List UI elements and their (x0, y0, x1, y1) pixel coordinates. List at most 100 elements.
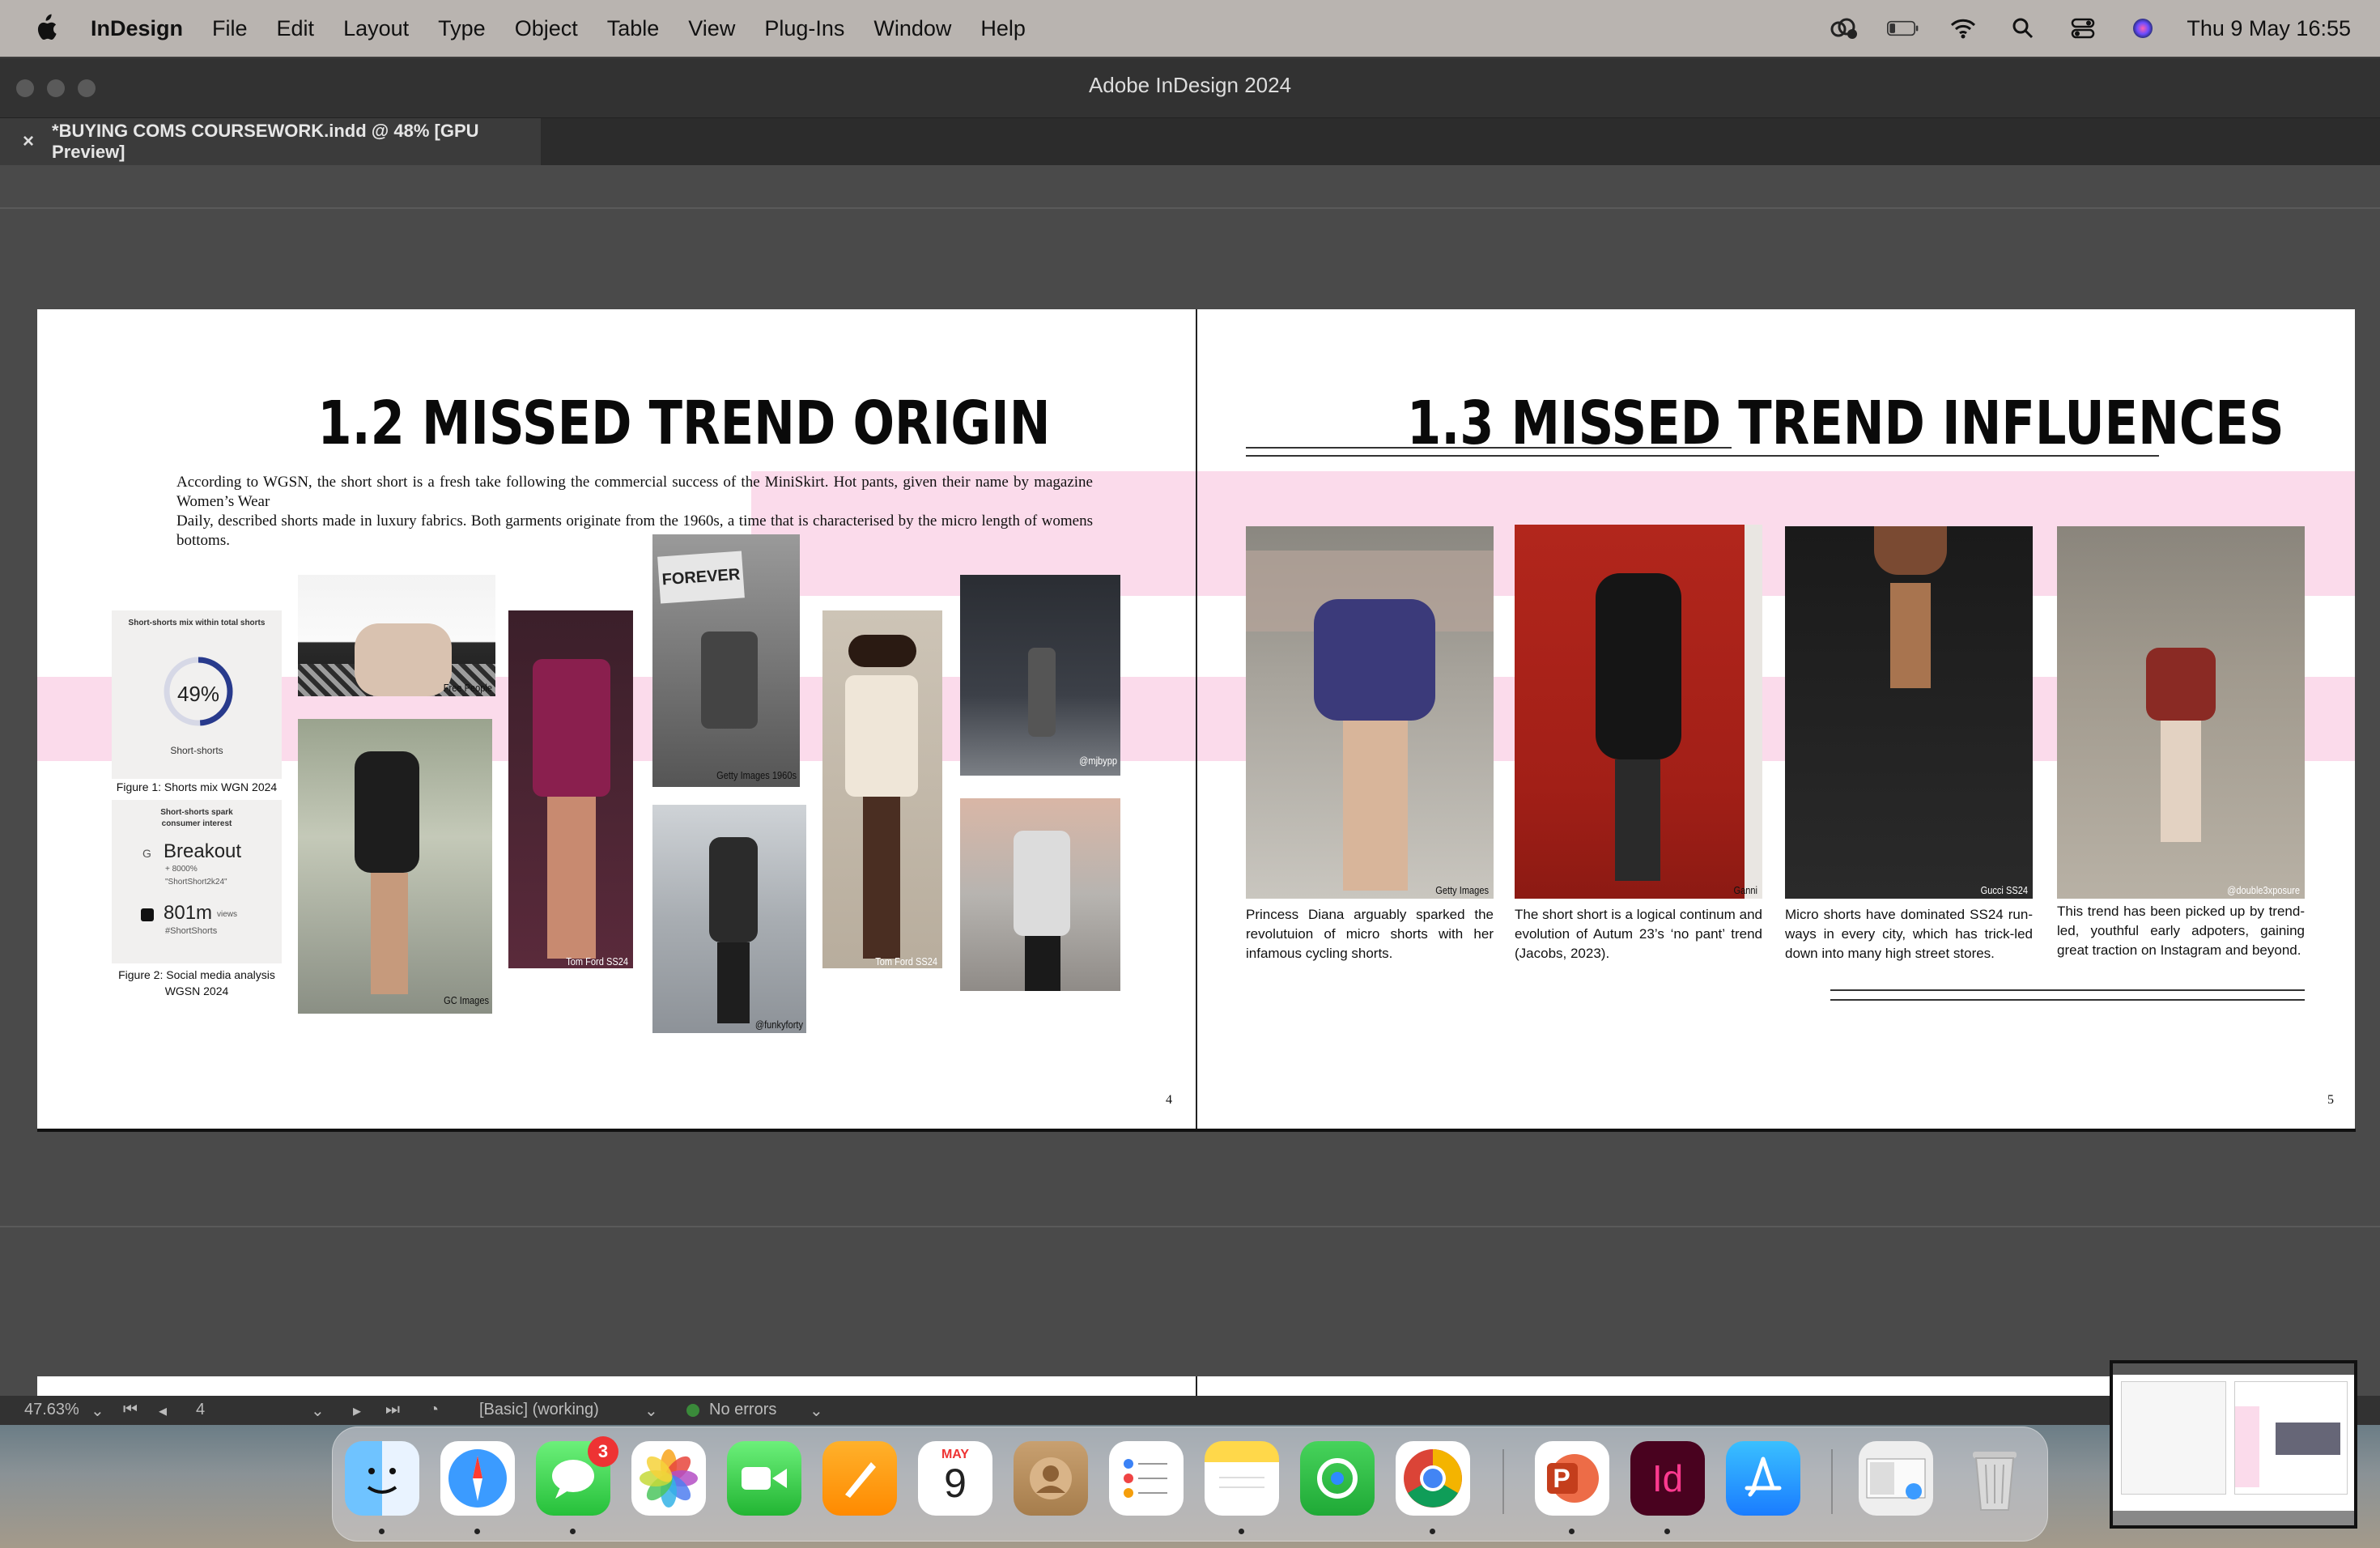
menu-view[interactable]: View (688, 16, 735, 41)
views-value: 801m (164, 902, 213, 924)
photo-gc-images[interactable] (298, 719, 492, 1014)
chrome-icon[interactable] (1396, 1441, 1470, 1516)
window-title: Adobe InDesign 2024 (1088, 73, 1292, 97)
caption-mjbypp[interactable]: @mjbypp (1039, 755, 1117, 767)
open-page-icon[interactable]: ◔ (429, 1401, 439, 1419)
intro-text[interactable]: According to WGSN, the short short is a … (176, 473, 1093, 551)
document-tab[interactable]: × *BUYING COMS COURSEWORK.indd @ 48% [GP… (0, 118, 541, 165)
photo-legs (863, 797, 900, 959)
influence-text-ganni[interactable]: The short short is a logical continum an… (1515, 905, 1762, 963)
finder-icon[interactable] (345, 1441, 419, 1516)
influence-text-instagram[interactable]: This trend has been picked up by trend-l… (2057, 902, 2305, 960)
caption-getty-images[interactable]: Getty Images (1386, 884, 1489, 896)
photos-icon[interactable] (631, 1441, 706, 1516)
facetime-icon[interactable] (727, 1441, 801, 1516)
find-my-icon[interactable] (1300, 1441, 1375, 1516)
powerpoint-icon[interactable]: P (1535, 1441, 1609, 1516)
photo-tom-ford-1[interactable] (508, 610, 633, 968)
preflight-status[interactable]: No errors (709, 1401, 776, 1419)
notes-icon[interactable] (1205, 1441, 1279, 1516)
app-store-icon[interactable] (1726, 1441, 1800, 1516)
photo-gucci[interactable] (1785, 526, 2033, 899)
screenshot-stack-icon[interactable] (1859, 1441, 1933, 1516)
next-page-icon[interactable]: ▸ (353, 1401, 361, 1421)
preflight-dropdown-icon[interactable]: ⌄ (810, 1401, 823, 1421)
spotlight-search-icon[interactable] (2007, 16, 2039, 40)
control-center-icon[interactable] (2067, 16, 2099, 40)
caption-wgsn-street[interactable]: WGSN Street Style- Sao Paulo (956, 991, 1117, 1003)
apple-icon[interactable] (32, 14, 58, 43)
page-number-field[interactable]: 4 (196, 1401, 205, 1419)
photo-mjbypp[interactable] (960, 575, 1120, 776)
page-5[interactable]: 1.3 MISSED TREND INFLUENCES Getty Images… (1197, 309, 2355, 1130)
last-page-icon[interactable]: ⏭ (385, 1401, 400, 1419)
reminders-icon[interactable] (1109, 1441, 1184, 1516)
photo-princess-diana[interactable] (1246, 526, 1494, 899)
photo-jacket (845, 675, 918, 797)
page-heading-origin[interactable]: 1.2 MISSED TREND ORIGIN (317, 389, 1050, 458)
indesign-icon[interactable]: Id (1630, 1441, 1705, 1516)
photo-ganni[interactable] (1515, 525, 1762, 899)
preview-thumbnail-window[interactable] (2110, 1360, 2357, 1529)
menu-window[interactable]: Window (873, 16, 951, 41)
caption-tom-ford-1[interactable]: Tom Ford SS24 (550, 955, 628, 968)
short-shorts-mix-card[interactable]: Short-shorts mix within total shorts 49%… (112, 610, 282, 779)
wifi-icon[interactable] (1947, 16, 1979, 40)
menu-object[interactable]: Object (515, 16, 578, 41)
social-media-card[interactable]: Short-shorts spark consumer interest G B… (112, 800, 282, 963)
menu-app-indesign[interactable]: InDesign (91, 16, 183, 41)
caption-double3xposure[interactable]: @double3xposure (2182, 884, 2300, 896)
photo-legs (1343, 721, 1408, 891)
trash-icon[interactable] (1957, 1441, 2032, 1516)
pasteboard-divider (0, 207, 2380, 209)
influence-text-gucci[interactable]: Micro shorts have dominated SS24 run-way… (1785, 905, 2033, 963)
caption-funkyforty[interactable]: @funkyforty (730, 1019, 803, 1031)
photo-tom-ford-2[interactable] (822, 610, 942, 968)
menu-type[interactable]: Type (438, 16, 486, 41)
caption-free-people[interactable]: Free People (415, 682, 492, 694)
pages-icon[interactable] (822, 1441, 897, 1516)
caption-tom-ford-2[interactable]: Tom Ford SS24 (861, 955, 937, 968)
menu-plugins[interactable]: Plug-Ins (764, 16, 844, 41)
photo-getty-1960s[interactable]: FOREVER (652, 534, 800, 787)
siri-icon[interactable] (2127, 16, 2159, 40)
caption-gc-images[interactable]: GC Images (414, 994, 489, 1006)
photo-sweatshirt (1314, 599, 1435, 721)
views-hashtag: #ShortShorts (165, 926, 218, 936)
menu-clock[interactable]: Thu 9 May 16:55 (2187, 16, 2351, 41)
previous-page-icon[interactable]: ◂ (159, 1401, 167, 1421)
zoom-dropdown-icon[interactable]: ⌄ (91, 1401, 104, 1421)
menu-layout[interactable]: Layout (343, 16, 409, 41)
menu-file[interactable]: File (212, 16, 248, 41)
photo-wgsn-street[interactable] (960, 798, 1120, 991)
figure-1-caption[interactable]: Figure 1: Shorts mix WGN 2024 (112, 780, 282, 793)
safari-icon[interactable] (440, 1441, 515, 1516)
photo-funkyforty[interactable] (652, 805, 806, 1033)
caption-gucci[interactable]: Gucci SS24 (1951, 884, 2028, 896)
profile-dropdown-icon[interactable]: ⌄ (644, 1401, 658, 1421)
caption-getty-1960s[interactable]: Getty Images 1960s (695, 769, 797, 781)
influence-text-diana[interactable]: Princess Diana arguably sparked the revo… (1246, 905, 1494, 963)
menu-table[interactable]: Table (607, 16, 660, 41)
preflight-profile[interactable]: [Basic] (working) (479, 1401, 599, 1419)
figure-2-caption[interactable]: Figure 2: Social media analysis WGSN 202… (112, 967, 282, 999)
page-4[interactable]: 1.2 MISSED TREND ORIGIN According to WGS… (37, 309, 1196, 1130)
menu-help[interactable]: Help (980, 16, 1026, 41)
menu-edit[interactable]: Edit (277, 16, 315, 41)
zoom-level-field[interactable]: 47.63% (24, 1401, 79, 1419)
page-dropdown-icon[interactable]: ⌄ (311, 1401, 325, 1421)
close-tab-icon[interactable]: × (23, 130, 34, 153)
contacts-icon[interactable] (1014, 1441, 1088, 1516)
caption-ganni[interactable]: Ganni (1681, 884, 1757, 896)
battery-icon[interactable] (1887, 16, 1919, 40)
indesign-letters: Id (1651, 1457, 1684, 1499)
thumbnail-toolbar (2113, 1363, 2354, 1375)
first-page-icon[interactable]: ⏮ (123, 1401, 138, 1419)
calendar-icon[interactable]: MAY 9 (918, 1441, 992, 1516)
creative-cloud-icon[interactable] (1827, 16, 1859, 40)
intro-line: According to WGSN, the short short is a … (176, 474, 1093, 510)
photo-double3xposure[interactable] (2057, 526, 2305, 899)
running-indicator (1664, 1529, 1670, 1534)
spread-spine (1196, 309, 1197, 1130)
photo-free-people[interactable] (298, 575, 495, 696)
